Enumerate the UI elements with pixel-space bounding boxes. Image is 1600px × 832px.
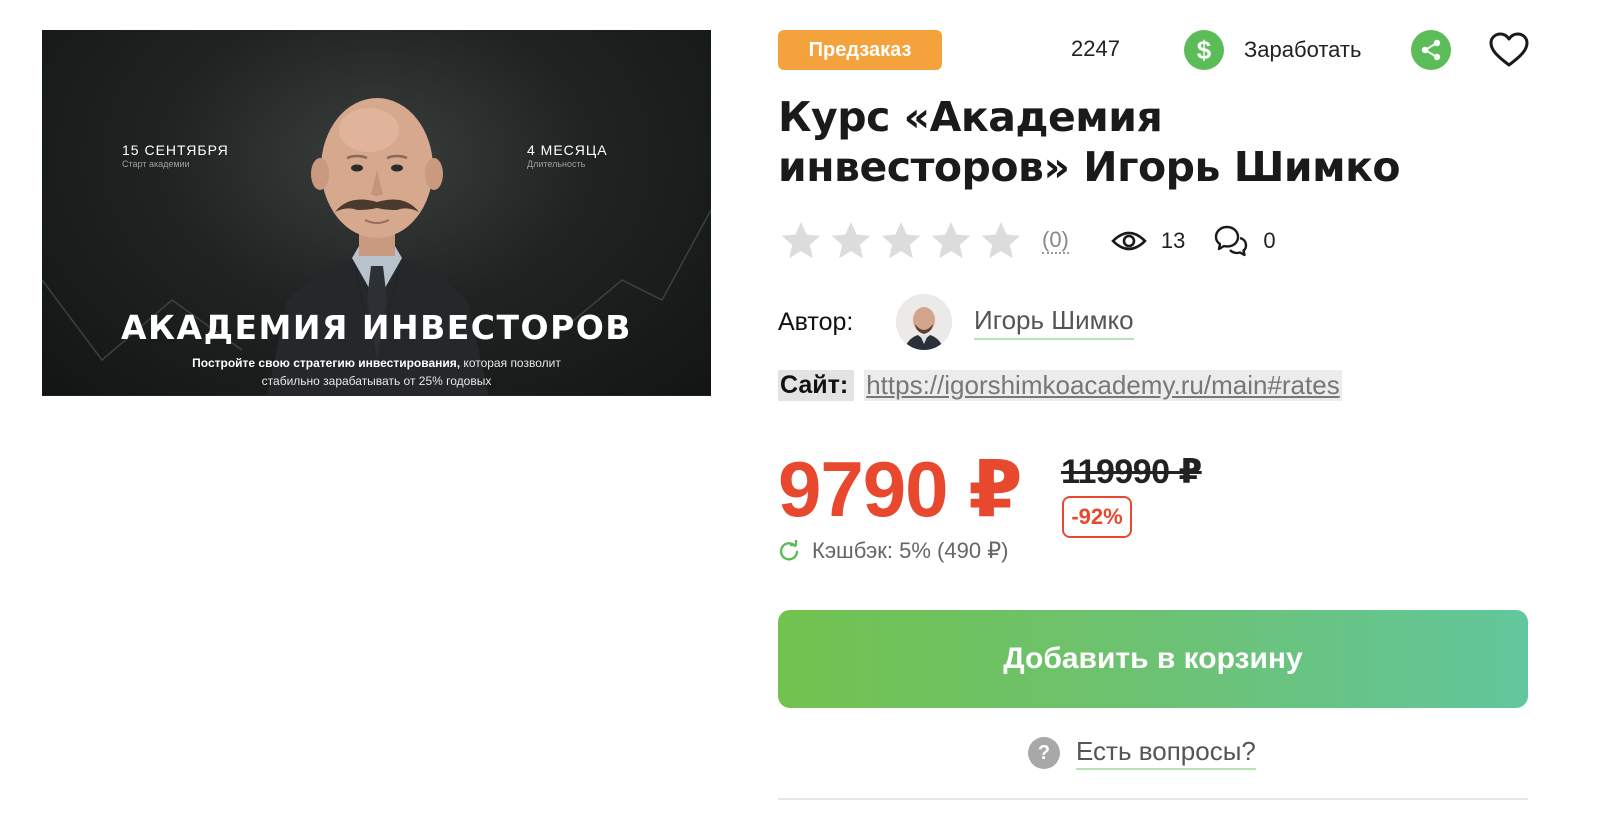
banner-start-date: 15 СЕНТЯБРЯ [122,142,229,158]
add-to-cart-button[interactable]: Добавить в корзину [778,610,1528,708]
cashback-text: Кэшбэк: 5% (490 ₽) [812,538,1009,563]
star-icon[interactable] [928,218,974,264]
favorite-button[interactable] [1487,30,1531,70]
product-counter: 2247 [1071,36,1120,61]
rating-count-link[interactable]: (0) [1042,228,1069,254]
rating-stars[interactable] [778,218,1024,264]
site-url-link[interactable]: https://igorshimkoacademy.ru/main#rates [864,369,1342,401]
banner-subtitle-line2: стабильно зарабатывать от 25% годовых [261,374,492,388]
author-row: Автор: Игорь Шимко [778,294,1134,350]
earn-link[interactable]: $ Заработать [1184,30,1361,70]
site-row: Сайт: https://igorshimkoacademy.ru/main#… [778,368,1342,402]
course-banner[interactable]: 15 СЕНТЯБРЯ Старт академии 4 МЕСЯЦА Длит… [42,30,711,396]
comments-count: 0 [1263,228,1276,253]
site-label: Сайт: [778,369,855,401]
old-price: 119990 ₽ [1061,453,1202,491]
banner-headline: АКАДЕМИЯ ИНВЕСТОРОВ [121,308,632,347]
author-label: Автор: [778,307,854,336]
cashback-info: Кэшбэк: 5% (490 ₽) [778,536,1009,566]
banner-duration: 4 МЕСЯЦА [527,142,608,158]
questions-link[interactable]: ? Есть вопросы? [1028,734,1256,772]
comments-icon [1215,225,1248,257]
preorder-badge: Предзаказ [778,30,942,70]
banner-start-caption: Старт академии [122,159,190,169]
star-icon[interactable] [978,218,1024,264]
questions-text: Есть вопросы? [1076,736,1256,770]
discount-badge: -92% [1062,496,1132,538]
star-icon[interactable] [878,218,924,264]
current-price: 9790 ₽ [778,445,1022,533]
author-portrait [267,98,489,396]
banner-subtitle-bold: Постройте свою стратегию инвестирования, [192,356,461,370]
banner-duration-caption: Длительность [527,159,586,169]
author-avatar[interactable] [896,294,952,350]
product-title: Курс «Академия инвесторов» Игорь Шимко [778,92,1478,192]
share-icon [1421,39,1441,61]
eye-icon [1111,231,1147,251]
views-count: 13 [1160,228,1186,253]
product-title-line2: инвесторов» Игорь Шимко [778,143,1401,191]
banner-subtitle: Постройте свою стратегию инвестирования,… [42,354,711,390]
earn-label: Заработать [1244,37,1362,62]
author-name-link[interactable]: Игорь Шимко [974,305,1134,340]
star-icon[interactable] [778,218,824,264]
comments-counter[interactable]: 0 [1213,224,1276,258]
dollar-icon: $ [1184,30,1224,70]
heart-icon [1489,32,1529,67]
share-button[interactable] [1411,30,1451,70]
star-icon[interactable] [828,218,874,264]
banner-subtitle-rest: которая позволит [460,356,561,370]
product-stats: (0) 13 0 [778,218,1276,264]
product-title-line1: Курс «Академия [778,93,1163,141]
question-icon: ? [1028,737,1060,769]
refresh-icon [779,540,799,561]
divider [778,798,1528,800]
views-counter: 13 [1111,228,1185,254]
